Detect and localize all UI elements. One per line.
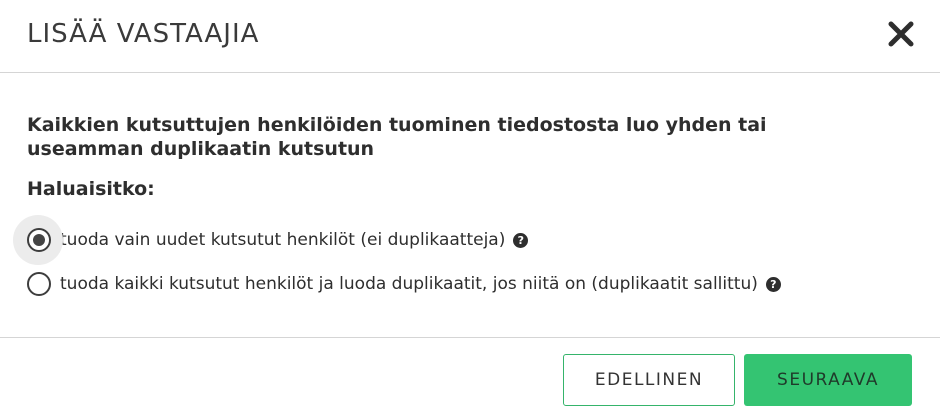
dialog-header: LISÄÄ VASTAAJIA [0, 0, 940, 73]
option-new-only[interactable]: tuoda vain uudet kutsutut henkilöt (ei d… [13, 215, 529, 265]
radio-new-only[interactable] [13, 215, 63, 265]
close-icon[interactable] [885, 18, 917, 50]
radio-circle [27, 228, 51, 252]
dialog-footer: EDELLINEN SEURAAVA [0, 337, 940, 418]
next-button[interactable]: SEURAAVA [744, 354, 912, 406]
description-text: Kaikkien kutsuttujen henkilöiden tuomine… [27, 114, 767, 160]
radio-selected-dot [33, 234, 45, 246]
dialog-title: LISÄÄ VASTAAJIA [27, 19, 260, 49]
option-import-all[interactable]: tuoda kaikki kutsutut henkilöt ja luoda … [27, 272, 781, 296]
question-text: Haluaisitko: [27, 178, 155, 200]
option-label: tuoda vain uudet kutsutut henkilöt (ei d… [60, 230, 506, 250]
option-label: tuoda kaikki kutsutut henkilöt ja luoda … [60, 274, 758, 294]
radio-circle [27, 272, 51, 296]
dialog-body: Kaikkien kutsuttujen henkilöiden tuomine… [27, 113, 907, 161]
help-icon[interactable]: ? [765, 276, 781, 292]
help-icon[interactable]: ? [513, 232, 529, 248]
radio-import-all[interactable] [27, 272, 51, 296]
previous-button[interactable]: EDELLINEN [563, 354, 735, 406]
